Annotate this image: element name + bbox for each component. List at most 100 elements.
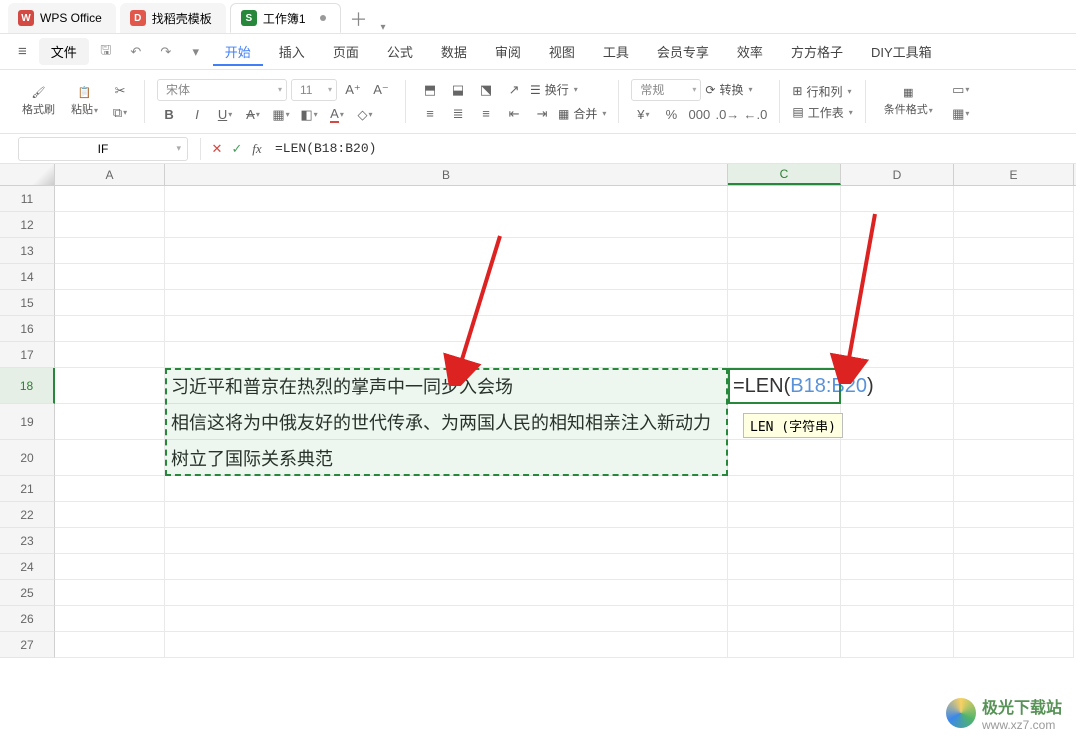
tab-workbook[interactable]: S 工作簿1 <box>230 3 341 33</box>
row-header[interactable]: 23 <box>0 528 55 554</box>
cell-B19[interactable]: 相信这将为中俄友好的世代传承、为两国人民的相知相亲注入新动力 <box>171 409 711 435</box>
save-icon[interactable]: 🖫 <box>93 39 119 65</box>
insert-function-icon[interactable]: fx <box>247 141 267 157</box>
menu-formula[interactable]: 公式 <box>375 38 425 65</box>
indent-dec-icon[interactable]: ⇤ <box>502 104 526 124</box>
align-left-icon[interactable]: ≡ <box>418 104 442 124</box>
merge-button[interactable]: ▦ 合并▾ <box>558 105 606 122</box>
menu-efficiency[interactable]: 效率 <box>725 38 775 65</box>
format-painter-button[interactable]: 🖌 格式刷 <box>16 82 61 121</box>
menu-diy-toolbox[interactable]: DIY工具箱 <box>859 38 944 65</box>
fill-color-icon[interactable]: ◧▾ <box>297 105 321 125</box>
menu-review[interactable]: 审阅 <box>483 38 533 65</box>
paste-button[interactable]: 📋 粘贴▾ <box>65 82 104 121</box>
hamburger-icon[interactable]: ≡ <box>10 39 35 64</box>
strike-icon[interactable]: A▾ <box>241 105 265 125</box>
wrap-text-button[interactable]: ☰ 换行▾ <box>530 81 578 98</box>
select-all-corner[interactable] <box>0 164 55 185</box>
paste-icon: 📋 <box>78 86 92 99</box>
style-gallery-icon[interactable]: ▭▾ <box>949 80 973 100</box>
col-header-C[interactable]: C <box>728 164 841 185</box>
align-bottom-icon[interactable]: ⬔ <box>474 80 498 100</box>
menu-ffgz[interactable]: 方方格子 <box>779 38 855 65</box>
redo-icon[interactable]: ↷ <box>153 39 179 65</box>
col-header-A[interactable]: A <box>55 164 165 185</box>
accept-formula-icon[interactable]: ✓ <box>227 141 247 157</box>
copy-icon[interactable]: ⧉▾ <box>108 103 132 123</box>
col-header-D[interactable]: D <box>841 164 954 185</box>
tab-label: 找稻壳模板 <box>152 10 212 27</box>
align-middle-icon[interactable]: ⬓ <box>446 80 470 100</box>
bold-icon[interactable]: B <box>157 105 181 125</box>
spreadsheet-grid[interactable]: A B C D E 11 12 13 14 15 16 17 18 习近平和普京在… <box>0 164 1076 658</box>
file-menu[interactable]: 文件 <box>39 38 89 65</box>
ribbon-number: 常规 ⟳ 转换▾ ¥▾ % 000 .0→ ←.0 <box>623 74 775 129</box>
rowcol-button[interactable]: ⊞ 行和列▾ <box>792 83 852 100</box>
worksheet-button[interactable]: ▤ 工作表▾ <box>792 104 852 121</box>
row-header[interactable]: 14 <box>0 264 55 290</box>
row-header[interactable]: 15 <box>0 290 55 316</box>
font-size-select[interactable]: 11 <box>291 79 337 101</box>
tab-template[interactable]: D 找稻壳模板 <box>120 3 226 33</box>
menu-start[interactable]: 开始 <box>213 38 263 66</box>
menu-insert[interactable]: 插入 <box>267 38 317 65</box>
orientation-icon[interactable]: ↗ <box>502 80 526 100</box>
row-header[interactable]: 19 <box>0 404 55 440</box>
cell-B18[interactable]: 习近平和普京在热烈的掌声中一同步入会场 <box>171 373 513 399</box>
clear-format-icon[interactable]: ◇▾ <box>353 105 377 125</box>
number-format-select[interactable]: 常规 <box>631 79 701 101</box>
increase-font-icon[interactable]: A⁺ <box>341 80 365 100</box>
tab-wps-office[interactable]: W WPS Office <box>8 3 116 33</box>
row-header[interactable]: 24 <box>0 554 55 580</box>
name-box[interactable]: IF <box>18 137 188 161</box>
col-header-B[interactable]: B <box>165 164 728 185</box>
menu-member[interactable]: 会员专享 <box>645 38 721 65</box>
menu-view[interactable]: 视图 <box>537 38 587 65</box>
cut-icon[interactable]: ✂ <box>108 81 132 101</box>
row-header[interactable]: 17 <box>0 342 55 368</box>
convert-button[interactable]: ⟳ 转换▾ <box>705 81 752 98</box>
tab-list-dropdown[interactable]: ▾ <box>381 22 386 33</box>
italic-icon[interactable]: I <box>185 105 209 125</box>
borders-icon[interactable]: ▦▾ <box>269 105 293 125</box>
underline-icon[interactable]: U▾ <box>213 105 237 125</box>
cell-B20[interactable]: 树立了国际关系典范 <box>171 445 333 471</box>
row-header[interactable]: 18 <box>0 368 55 404</box>
menu-tools[interactable]: 工具 <box>591 38 641 65</box>
dec-decimal-icon[interactable]: ←.0 <box>743 105 767 125</box>
align-top-icon[interactable]: ⬒ <box>418 80 442 100</box>
row-header[interactable]: 21 <box>0 476 55 502</box>
row-header[interactable]: 20 <box>0 440 55 476</box>
col-header-E[interactable]: E <box>954 164 1074 185</box>
font-color-icon[interactable]: A▾ <box>325 105 349 125</box>
cell-editing-overlay[interactable]: =LEN(B18:B20) <box>733 375 874 399</box>
row-header[interactable]: 25 <box>0 580 55 606</box>
inc-decimal-icon[interactable]: .0→ <box>715 105 739 125</box>
row-header[interactable]: 13 <box>0 238 55 264</box>
formula-bar: IF ✕ ✓ fx =LEN(B18:B20) <box>0 134 1076 164</box>
align-center-icon[interactable]: ≣ <box>446 104 470 124</box>
row-header[interactable]: 27 <box>0 632 55 658</box>
row-header[interactable]: 16 <box>0 316 55 342</box>
decrease-font-icon[interactable]: A⁻ <box>369 80 393 100</box>
undo-icon[interactable]: ↶ <box>123 39 149 65</box>
row-header[interactable]: 22 <box>0 502 55 528</box>
font-name-select[interactable]: 宋体 <box>157 79 287 101</box>
align-right-icon[interactable]: ≡ <box>474 104 498 124</box>
row-header[interactable]: 12 <box>0 212 55 238</box>
menu-bar: ≡ 文件 🖫 ↶ ↷ ▾ 开始 插入 页面 公式 数据 审阅 视图 工具 会员专… <box>0 34 1076 70</box>
new-tab-button[interactable]: ＋ <box>345 5 373 33</box>
thousand-sep-icon[interactable]: 000 <box>687 105 711 125</box>
qat-dropdown-icon[interactable]: ▾ <box>183 39 209 65</box>
table-style-icon[interactable]: ▦▾ <box>949 104 973 124</box>
menu-data[interactable]: 数据 <box>429 38 479 65</box>
cond-format-button[interactable]: ▦ 条件格式▾ <box>878 82 939 121</box>
currency-icon[interactable]: ¥▾ <box>631 105 655 125</box>
row-header[interactable]: 26 <box>0 606 55 632</box>
cancel-formula-icon[interactable]: ✕ <box>207 141 227 157</box>
menu-page[interactable]: 页面 <box>321 38 371 65</box>
formula-input[interactable]: =LEN(B18:B20) <box>267 141 1076 156</box>
indent-inc-icon[interactable]: ⇥ <box>530 104 554 124</box>
percent-icon[interactable]: % <box>659 105 683 125</box>
row-header[interactable]: 11 <box>0 186 55 212</box>
